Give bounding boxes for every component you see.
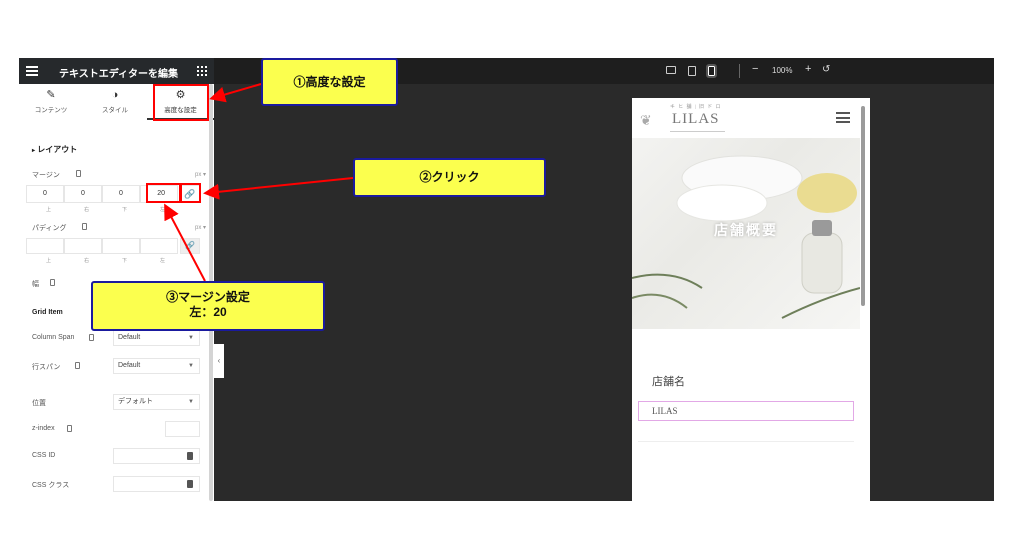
mobile-icon[interactable] [706, 64, 717, 78]
row-span-value: Default [118, 362, 141, 369]
layout-section-toggle[interactable]: ▸ レイアウト [32, 144, 77, 155]
margin-side-left: 左 [160, 207, 166, 213]
margin-side-right: 右 [84, 207, 90, 213]
margin-side-bottom: 下 [122, 207, 128, 213]
preview-scrollbar[interactable] [861, 106, 865, 306]
margin-label: マージン [32, 172, 60, 179]
mobile-device-icon[interactable] [75, 362, 80, 369]
chevron-down-icon: ▼ [188, 363, 194, 369]
grid-item-section-title: Grid Item [32, 309, 63, 316]
css-id-input[interactable] [113, 448, 200, 464]
margin-unit[interactable]: px ▾ [195, 171, 206, 178]
hero-image: 店舗概要 [632, 138, 860, 329]
column-span-value: Default [118, 334, 141, 341]
padding-top-input[interactable] [26, 238, 64, 254]
leaf-logo-icon: ❦ [640, 112, 652, 128]
highlight-advanced-tab [153, 84, 209, 121]
css-class-input[interactable] [113, 476, 200, 492]
tablet-icon[interactable] [688, 66, 696, 76]
caret-icon: ▸ [32, 148, 36, 154]
chevron-down-icon: ▼ [188, 399, 194, 405]
z-index-label: z-index [32, 425, 55, 432]
padding-side-bottom: 下 [122, 258, 128, 264]
half-circle-icon: ◑ [111, 89, 119, 101]
padding-link-button[interactable]: 🔗 [180, 238, 200, 254]
selected-text-editor-widget[interactable]: LILAS [638, 401, 854, 421]
tab-content-label: コンテンツ [34, 107, 68, 114]
desktop-icon[interactable] [666, 66, 676, 74]
tab-style[interactable]: ◑ スタイル [83, 84, 147, 120]
link-icon: 🔗 [185, 241, 195, 250]
mobile-device-icon[interactable] [82, 223, 87, 230]
menu-icon[interactable] [26, 66, 38, 76]
padding-left-input[interactable] [140, 238, 178, 254]
chevron-down-icon: ▼ [188, 335, 194, 341]
position-select[interactable]: デフォルト ▼ [113, 394, 200, 410]
tab-content[interactable]: ✎ コンテンツ [19, 84, 83, 120]
padding-side-right: 右 [84, 258, 90, 264]
site-logo[interactable]: LILAS [672, 111, 720, 128]
mobile-preview: ❦ キ ヒ 舗 | 旧 ド ロ LILAS 店舗概要 店舗名 LILAS [632, 98, 870, 501]
pencil-icon: ✎ [46, 89, 56, 101]
content-divider [638, 441, 854, 442]
padding-right-input[interactable] [64, 238, 102, 254]
grid-icon[interactable] [197, 66, 207, 76]
mobile-device-icon[interactable] [89, 334, 94, 341]
margin-right-input[interactable]: 0 [64, 185, 102, 203]
collapse-panel-button[interactable]: ‹ [214, 344, 224, 378]
layout-section-title: レイアウト [37, 145, 78, 154]
z-index-input[interactable] [165, 421, 200, 437]
callout-step-3-line1: ③マージン設定 [166, 290, 250, 304]
reset-zoom-icon[interactable]: ↺ [822, 64, 830, 75]
panel-title: テキストエディターを編集 [59, 69, 178, 80]
logo-underline [670, 131, 725, 132]
dynamic-tags-icon[interactable] [187, 480, 193, 488]
padding-side-left: 左 [160, 258, 166, 264]
editor-panel: テキストエディターを編集 ✎ コンテンツ ◑ スタイル ⚙ 高度な設定 ▸ レイ… [19, 58, 214, 501]
tab-style-label: スタイル [102, 107, 128, 114]
margin-unit-text: px [195, 172, 202, 178]
callout-step-3: ③マージン設定 左：20 [91, 281, 325, 331]
width-label: 幅 [32, 281, 39, 288]
margin-side-top: 上 [46, 207, 52, 213]
panel-header: テキストエディターを編集 [19, 58, 214, 84]
margin-bottom-input[interactable]: 0 [102, 185, 140, 203]
row-span-select[interactable]: Default ▼ [113, 358, 200, 374]
toolbar-divider [739, 64, 740, 78]
zoom-level: 100% [772, 66, 793, 75]
margin-top-input[interactable]: 0 [26, 185, 64, 203]
dynamic-tags-icon[interactable] [187, 452, 193, 460]
mobile-device-icon[interactable] [50, 279, 55, 286]
padding-unit-text: px [195, 225, 202, 231]
callout-step-1: ①高度な設定 [261, 58, 398, 106]
padding-bottom-input[interactable] [102, 238, 140, 254]
css-id-label: CSS ID [32, 452, 56, 459]
logo-subtitle: キ ヒ 舗 | 旧 ド ロ [670, 105, 722, 110]
mobile-device-icon[interactable] [67, 425, 72, 432]
hamburger-menu-icon[interactable] [836, 112, 850, 123]
padding-label: パディング [32, 225, 67, 232]
hero-title: 店舗概要 [714, 222, 778, 238]
preview-canvas: − 100% + ↺ ‹ ❦ キ ヒ 舗 | 旧 ド ロ LILAS 店舗概要 … [214, 58, 994, 501]
callout-step-2: ②クリック [353, 158, 546, 197]
chevron-left-icon: ‹ [217, 356, 221, 365]
mobile-device-icon[interactable] [76, 170, 81, 177]
zoom-out-icon[interactable]: − [752, 63, 758, 75]
screenshot-stage: テキストエディターを編集 ✎ コンテンツ ◑ スタイル ⚙ 高度な設定 ▸ レイ… [0, 0, 1024, 559]
zoom-in-icon[interactable]: + [805, 63, 811, 75]
highlight-margin-left [146, 183, 181, 203]
column-span-select[interactable]: Default ▼ [113, 330, 200, 346]
css-class-label: CSS クラス [32, 482, 70, 489]
callout-step-3-line2: 左：20 [189, 305, 227, 319]
store-name-heading: 店舗名 [652, 376, 685, 388]
highlight-link-button [180, 183, 201, 203]
position-label: 位置 [32, 400, 46, 407]
padding-unit[interactable]: px ▾ [195, 224, 206, 231]
padding-side-top: 上 [46, 258, 52, 264]
row-span-label: 行スパン [32, 364, 61, 371]
position-value: デフォルト [118, 398, 153, 405]
column-span-label: Column Span [32, 334, 75, 341]
